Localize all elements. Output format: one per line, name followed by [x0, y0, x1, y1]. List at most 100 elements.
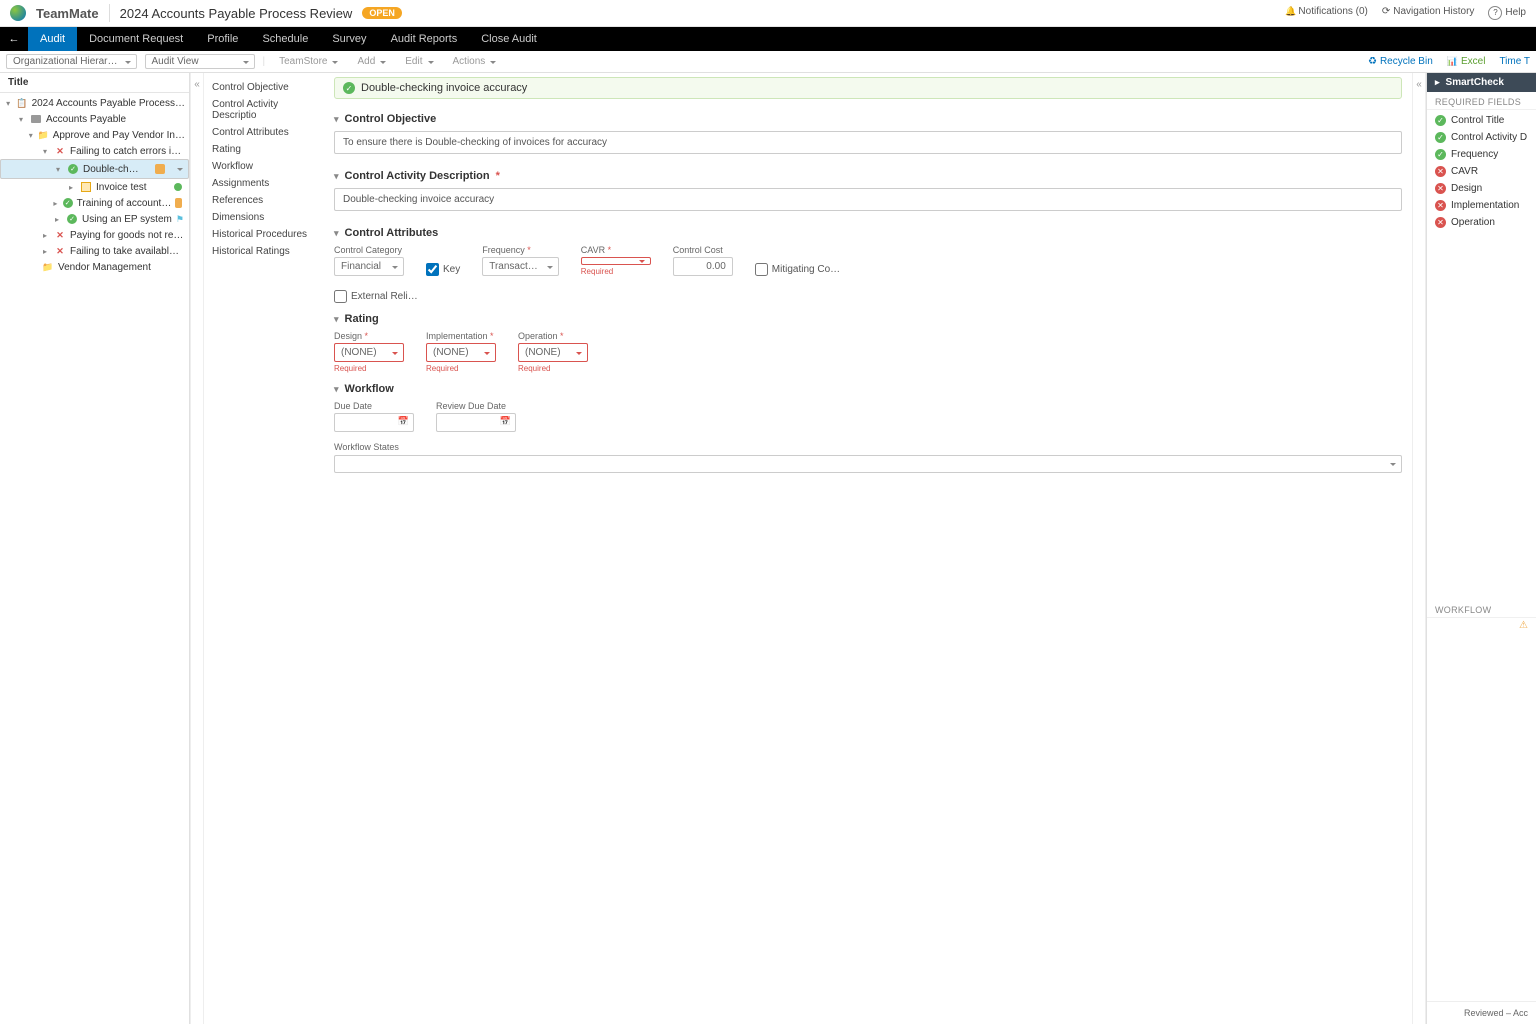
control-activity-desc-field[interactable]: Double-checking invoice accuracy: [334, 188, 1402, 211]
tree-node-control[interactable]: ▸Training of account…: [0, 195, 189, 211]
required-fields-label: REQUIRED FIELDS: [1427, 92, 1536, 110]
nav-control-attributes[interactable]: Control Attributes: [212, 124, 316, 141]
section-control-attributes[interactable]: Control Attributes: [334, 221, 1402, 245]
external-reliance-checkbox[interactable]: External Reli…: [334, 290, 418, 303]
tab-audit[interactable]: Audit: [28, 27, 77, 51]
back-button[interactable]: ←: [0, 33, 28, 45]
smartcheck-item-label: CAVR: [1451, 166, 1478, 177]
key-checkbox-input[interactable]: [426, 263, 439, 276]
nav-workflow[interactable]: Workflow: [212, 158, 316, 175]
audit-icon: [16, 97, 27, 109]
external-reliance-checkbox-input[interactable]: [334, 290, 347, 303]
page-title: 2024 Accounts Payable Process Review: [120, 6, 353, 21]
design-field: Design (NONE) Required: [334, 331, 404, 373]
tree-node-control-selected[interactable]: ▾Double-ch…: [0, 159, 189, 179]
excel-link[interactable]: Excel: [1447, 56, 1486, 67]
toolbar: Organizational Hierar… Audit View | Team…: [0, 51, 1536, 73]
recycle-bin-link[interactable]: Recycle Bin: [1368, 56, 1433, 67]
control-category-field: Control Category Financial: [334, 245, 404, 276]
edit-menu[interactable]: Edit: [399, 56, 438, 67]
nav-assignments[interactable]: Assignments: [212, 175, 316, 192]
nav-historical-ratings[interactable]: Historical Ratings: [212, 243, 316, 260]
time-link[interactable]: Time T: [1499, 56, 1530, 67]
due-date-input[interactable]: [334, 413, 414, 432]
tree-panel: Title ▾2024 Accounts Payable Process… ▾A…: [0, 73, 190, 1024]
warning-icon: ⚠: [1427, 618, 1536, 635]
teamstore-menu[interactable]: TeamStore: [273, 56, 343, 67]
nav-historical-procedures[interactable]: Historical Procedures: [212, 226, 316, 243]
nav-control-objective[interactable]: Control Objective: [212, 79, 316, 96]
operation-select[interactable]: (NONE): [518, 343, 588, 362]
tab-schedule[interactable]: Schedule: [250, 27, 320, 51]
error-icon: [1435, 183, 1446, 194]
section-workflow[interactable]: Workflow: [334, 377, 1402, 401]
error-icon: [1435, 166, 1446, 177]
folder-icon: [37, 129, 48, 141]
smartcheck-panel: SmartCheck REQUIRED FIELDS Control Title…: [1426, 73, 1536, 1024]
tree-node-group[interactable]: ▾Accounts Payable: [0, 111, 189, 127]
nav-control-activity-desc[interactable]: Control Activity Descriptio: [212, 96, 316, 124]
tree-node-folder[interactable]: ▾Approve and Pay Vendor In…: [0, 127, 189, 143]
tab-audit-reports[interactable]: Audit Reports: [379, 27, 470, 51]
smartcheck-item[interactable]: Control Title: [1427, 112, 1536, 129]
tree-node-folder[interactable]: Vendor Management: [0, 259, 189, 275]
mitigating-field: Mitigating Co…: [755, 245, 840, 276]
notifications-link[interactable]: Notifications (0): [1285, 6, 1368, 20]
risk-icon: [54, 245, 66, 257]
tab-survey[interactable]: Survey: [320, 27, 378, 51]
smartcheck-item[interactable]: Design: [1427, 180, 1536, 197]
section-rating[interactable]: Rating: [334, 307, 1402, 331]
error-icon: [1435, 200, 1446, 211]
control-objective-field[interactable]: To ensure there is Double-checking of in…: [334, 131, 1402, 154]
key-checkbox[interactable]: Key: [426, 263, 460, 276]
nav-dimensions[interactable]: Dimensions: [212, 209, 316, 226]
frequency-select[interactable]: Transact…: [482, 257, 559, 276]
smartcheck-item[interactable]: Operation: [1427, 214, 1536, 231]
smartcheck-item[interactable]: Implementation: [1427, 197, 1536, 214]
tree-node-control[interactable]: ▸Using an EP system: [0, 211, 189, 227]
help-link[interactable]: Help: [1488, 6, 1526, 20]
smartcheck-item-label: Implementation: [1451, 200, 1519, 211]
mitigating-checkbox[interactable]: Mitigating Co…: [755, 263, 840, 276]
view-select[interactable]: Audit View: [145, 54, 255, 69]
review-due-date-field: Review Due Date: [436, 401, 516, 432]
workflow-states-select[interactable]: [334, 455, 1402, 473]
control-icon: [63, 197, 73, 209]
nav-history-link[interactable]: Navigation History: [1382, 6, 1475, 20]
nav-references[interactable]: References: [212, 192, 316, 209]
cavr-select[interactable]: [581, 257, 651, 265]
review-due-date-input[interactable]: [436, 413, 516, 432]
collapse-rightpanel-button[interactable]: «: [1412, 73, 1426, 1024]
tab-profile[interactable]: Profile: [195, 27, 250, 51]
mitigating-checkbox-input[interactable]: [755, 263, 768, 276]
tree-node-audit[interactable]: ▾2024 Accounts Payable Process…: [0, 95, 189, 111]
key-field: Key: [426, 245, 460, 276]
smartcheck-header[interactable]: SmartCheck: [1427, 73, 1536, 92]
tree-node-procedure[interactable]: ▸Invoice test: [0, 179, 189, 195]
tree-node-risk[interactable]: ▾Failing to catch errors i…: [0, 143, 189, 159]
record-title-bar: Double-checking invoice accuracy: [334, 77, 1402, 99]
add-menu[interactable]: Add: [351, 56, 391, 67]
design-select[interactable]: (NONE): [334, 343, 404, 362]
smartcheck-item[interactable]: CAVR: [1427, 163, 1536, 180]
control-category-select[interactable]: Financial: [334, 257, 404, 276]
smartcheck-item-label: Operation: [1451, 217, 1495, 228]
tab-doc-request[interactable]: Document Request: [77, 27, 195, 51]
actions-menu[interactable]: Actions: [447, 56, 502, 67]
control-cost-input[interactable]: 0.00: [673, 257, 733, 276]
section-control-activity-desc[interactable]: Control Activity Description: [334, 164, 1402, 188]
tab-close-audit[interactable]: Close Audit: [469, 27, 549, 51]
collapse-sidenav-button[interactable]: «: [190, 73, 204, 1024]
nav-rating[interactable]: Rating: [212, 141, 316, 158]
warning-badge-icon: [175, 198, 182, 208]
smartcheck-item[interactable]: Frequency: [1427, 146, 1536, 163]
control-icon: [66, 213, 78, 225]
tree-node-risk[interactable]: ▸Failing to take availabl…: [0, 243, 189, 259]
tree-node-risk[interactable]: ▸Paying for goods not re…: [0, 227, 189, 243]
section-control-objective[interactable]: Control Objective: [334, 107, 1402, 131]
smartcheck-item[interactable]: Control Activity D: [1427, 129, 1536, 146]
control-icon: [67, 163, 79, 175]
procedure-icon: [80, 181, 92, 193]
implementation-select[interactable]: (NONE): [426, 343, 496, 362]
hierarchy-select[interactable]: Organizational Hierar…: [6, 54, 137, 69]
